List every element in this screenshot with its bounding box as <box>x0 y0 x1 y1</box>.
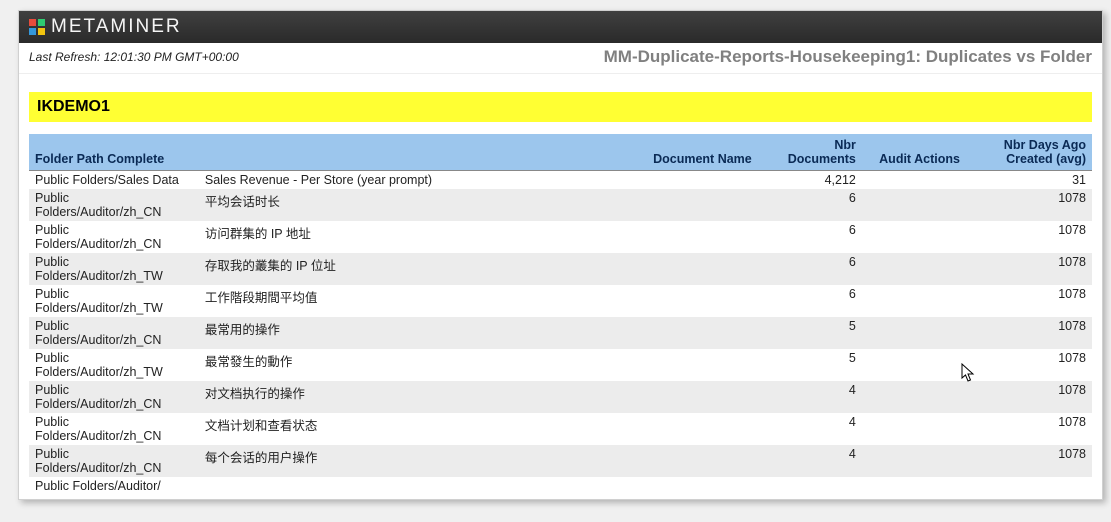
cell-document-name: 平均会话时长 <box>199 189 758 221</box>
cell-nbr-documents: 4 <box>758 445 862 477</box>
cell-nbr-days-ago: 1078 <box>966 285 1092 317</box>
cell-document-name: 工作階段期間平均值 <box>199 285 758 317</box>
cell-document-name: 访问群集的 IP 地址 <box>199 221 758 253</box>
cell-nbr-days-ago: 1078 <box>966 381 1092 413</box>
table-row[interactable]: Public Folders/Auditor/zh_CN对文档执行的操作4 107… <box>29 381 1092 413</box>
cell-nbr-documents <box>758 477 862 495</box>
cell-folder-path: Public Folders/Auditor/zh_CN <box>29 317 199 349</box>
cell-folder-path: Public Folders/Auditor/zh_CN <box>29 413 199 445</box>
cell-audit-actions <box>862 285 966 317</box>
cell-nbr-days-ago: 1078 <box>966 253 1092 285</box>
top-bar: METAMINER <box>19 11 1102 43</box>
table-row[interactable]: Public Folders/Auditor/zh_CN平均会话时长6 1078 <box>29 189 1092 221</box>
cell-audit-actions <box>862 413 966 445</box>
cell-nbr-documents: 6 <box>758 285 862 317</box>
cell-document-name: 每个会话的用户操作 <box>199 445 758 477</box>
col-audit-actions[interactable]: Audit Actions <box>862 134 966 171</box>
cell-nbr-documents: 5 <box>758 349 862 381</box>
table-body: Public Folders/Sales DataSales Revenue -… <box>29 171 1092 496</box>
cell-nbr-days-ago: 1078 <box>966 413 1092 445</box>
cell-folder-path: Public Folders/Auditor/zh_CN <box>29 189 199 221</box>
report-content: IKDEMO1 Folder Path Complete Document Na… <box>19 74 1102 495</box>
sub-bar: Last Refresh: 12:01:30 PM GMT+00:00 MM-D… <box>19 43 1102 74</box>
table-row[interactable]: Public Folders/Auditor/zh_TW存取我的叢集的 IP 位… <box>29 253 1092 285</box>
section-title: IKDEMO1 <box>29 92 1092 122</box>
table-row[interactable]: Public Folders/Auditor/zh_TW工作階段期間平均值6 10… <box>29 285 1092 317</box>
cell-nbr-documents: 6 <box>758 221 862 253</box>
table-row[interactable]: Public Folders/Auditor/zh_CN文档计划和查看状态4 10… <box>29 413 1092 445</box>
table-row[interactable]: Public Folders/Sales DataSales Revenue -… <box>29 171 1092 190</box>
cell-nbr-days-ago: 1078 <box>966 221 1092 253</box>
cell-audit-actions <box>862 253 966 285</box>
cell-nbr-documents: 4,212 <box>758 171 862 190</box>
cell-nbr-documents: 5 <box>758 317 862 349</box>
cell-audit-actions <box>862 445 966 477</box>
col-document-name[interactable]: Document Name <box>199 134 758 171</box>
col-folder-path[interactable]: Folder Path Complete <box>29 134 199 171</box>
report-window: METAMINER Last Refresh: 12:01:30 PM GMT+… <box>18 10 1103 500</box>
cell-document-name: 最常用的操作 <box>199 317 758 349</box>
cell-nbr-documents: 4 <box>758 381 862 413</box>
cell-nbr-days-ago <box>966 477 1092 495</box>
cell-audit-actions <box>862 171 966 190</box>
cell-nbr-days-ago: 1078 <box>966 189 1092 221</box>
col-nbr-documents[interactable]: Nbr Documents <box>758 134 862 171</box>
table-row[interactable]: Public Folders/Auditor/zh_TW最常發生的動作5 1078 <box>29 349 1092 381</box>
cell-nbr-days-ago: 1078 <box>966 445 1092 477</box>
app-name: METAMINER <box>51 16 182 38</box>
cell-nbr-days-ago: 1078 <box>966 349 1092 381</box>
cell-nbr-documents: 6 <box>758 189 862 221</box>
cell-audit-actions <box>862 317 966 349</box>
cell-folder-path: Public Folders/Auditor/ <box>29 477 199 495</box>
cell-folder-path: Public Folders/Auditor/zh_TW <box>29 285 199 317</box>
report-table: Folder Path Complete Document Name Nbr D… <box>29 134 1092 495</box>
cell-folder-path: Public Folders/Auditor/zh_CN <box>29 381 199 413</box>
cell-folder-path: Public Folders/Auditor/zh_TW <box>29 349 199 381</box>
cell-document-name <box>199 477 758 495</box>
cell-document-name: 文档计划和查看状态 <box>199 413 758 445</box>
cell-folder-path: Public Folders/Auditor/zh_CN <box>29 445 199 477</box>
cell-document-name: 存取我的叢集的 IP 位址 <box>199 253 758 285</box>
cell-audit-actions <box>862 477 966 495</box>
col-nbr-days-ago[interactable]: Nbr Days Ago Created (avg) <box>966 134 1092 171</box>
cell-document-name: 最常發生的動作 <box>199 349 758 381</box>
cell-nbr-days-ago: 31 <box>966 171 1092 190</box>
cell-nbr-documents: 6 <box>758 253 862 285</box>
cell-nbr-days-ago: 1078 <box>966 317 1092 349</box>
cell-folder-path: Public Folders/Auditor/zh_CN <box>29 221 199 253</box>
cell-folder-path: Public Folders/Auditor/zh_TW <box>29 253 199 285</box>
table-header-row: Folder Path Complete Document Name Nbr D… <box>29 134 1092 171</box>
table-row[interactable]: Public Folders/Auditor/zh_CN每个会话的用户操作4 10… <box>29 445 1092 477</box>
table-row[interactable]: Public Folders/Auditor/zh_CN最常用的操作5 1078 <box>29 317 1092 349</box>
cell-folder-path: Public Folders/Sales Data <box>29 171 199 190</box>
last-refresh-label: Last Refresh: 12:01:30 PM GMT+00:00 <box>29 50 239 64</box>
cell-document-name: Sales Revenue - Per Store (year prompt) <box>199 171 758 190</box>
cell-nbr-documents: 4 <box>758 413 862 445</box>
cell-document-name: 对文档执行的操作 <box>199 381 758 413</box>
table-row[interactable]: Public Folders/Auditor/zh_CN访问群集的 IP 地址6… <box>29 221 1092 253</box>
cell-audit-actions <box>862 349 966 381</box>
cell-audit-actions <box>862 189 966 221</box>
cell-audit-actions <box>862 221 966 253</box>
cell-audit-actions <box>862 381 966 413</box>
table-row[interactable]: Public Folders/Auditor/ <box>29 477 1092 495</box>
app-logo-icon <box>29 19 45 35</box>
page-title: MM-Duplicate-Reports-Housekeeping1: Dupl… <box>604 47 1092 67</box>
